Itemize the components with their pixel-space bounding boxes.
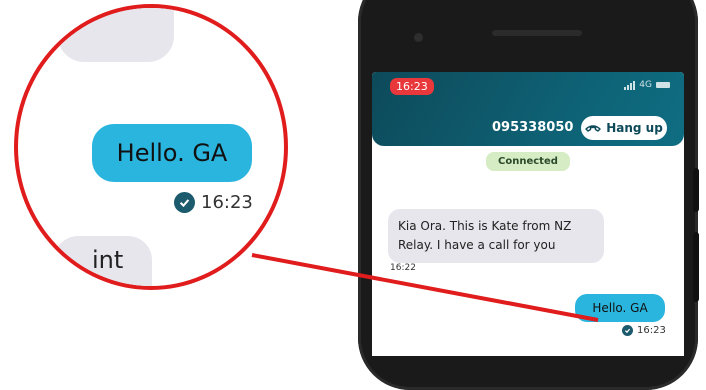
zoomed-next-bubble: int bbox=[54, 236, 152, 286]
checkmark-icon bbox=[174, 192, 195, 213]
speaker-grille bbox=[492, 30, 582, 36]
battery-icon bbox=[656, 82, 670, 88]
phone-screen: 16:23 4G 095338050 Hang up Connected Kia… bbox=[372, 72, 684, 356]
incoming-message-bubble: Kia Ora. This is Kate from NZ Relay. I h… bbox=[388, 209, 604, 263]
connection-status-badge: Connected bbox=[486, 152, 570, 171]
zoomed-incoming-bubble bbox=[58, 8, 174, 62]
zoomed-message-meta: 16:23 bbox=[174, 192, 253, 213]
outgoing-message-bubble: Hello. GA bbox=[575, 294, 665, 322]
phone-hangup-icon bbox=[585, 125, 601, 132]
hang-up-button[interactable]: Hang up bbox=[581, 116, 667, 140]
signal-icon bbox=[624, 80, 636, 90]
power-button bbox=[693, 232, 699, 302]
zoomed-message-time: 16:23 bbox=[201, 192, 253, 213]
caller-number: 095338050 bbox=[492, 120, 574, 135]
network-label: 4G bbox=[639, 80, 652, 90]
zoom-callout: Hello. GA 16:23 int bbox=[14, 4, 288, 290]
checkmark-icon bbox=[622, 325, 633, 336]
volume-button bbox=[693, 168, 699, 212]
zoomed-outgoing-bubble: Hello. GA bbox=[92, 124, 252, 182]
zoomed-partial-text: int bbox=[92, 246, 124, 274]
status-time: 16:23 bbox=[390, 78, 434, 95]
outgoing-message-time: 16:23 bbox=[637, 325, 666, 336]
outgoing-message-meta: 16:23 bbox=[622, 325, 666, 336]
incoming-message-time: 16:22 bbox=[390, 263, 416, 273]
camera-icon bbox=[414, 33, 423, 42]
call-header: 16:23 4G 095338050 Hang up bbox=[372, 72, 684, 146]
status-icons: 4G bbox=[624, 80, 670, 90]
hang-up-label: Hang up bbox=[606, 121, 663, 135]
